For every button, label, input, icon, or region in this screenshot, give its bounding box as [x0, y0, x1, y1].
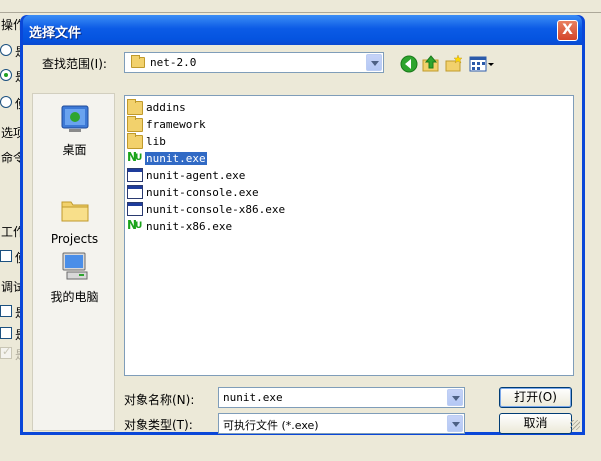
dialog-title: 选择文件 [29, 26, 82, 41]
file-name: lib [146, 134, 166, 148]
place-desktop-label: 桌面 [62, 143, 87, 157]
close-button[interactable]: X [557, 20, 578, 41]
filename-value: nunit.exe [223, 391, 283, 404]
up-folder-icon[interactable] [421, 54, 441, 74]
my-computer-icon [62, 252, 87, 280]
folder-icon [127, 116, 143, 132]
filename-input[interactable]: nunit.exe [218, 387, 465, 408]
bg-checkbox-4: ✓ [0, 345, 12, 359]
resize-grip[interactable] [570, 420, 580, 430]
list-item[interactable]: addins [127, 99, 187, 115]
list-item[interactable]: nunit-x86.exe [127, 218, 233, 234]
dialog-client: 查找范围(I): net-2.0 桌面 Projects 我的电脑 addins… [23, 45, 582, 434]
desktop-icon [61, 105, 88, 132]
list-item-selected[interactable]: nunit.exe [127, 150, 207, 166]
list-item[interactable]: lib [127, 133, 167, 149]
chevron-down-icon[interactable] [447, 389, 463, 406]
background-divider [0, 12, 601, 13]
exe-icon [127, 168, 143, 182]
list-item[interactable]: nunit-agent.exe [127, 167, 246, 183]
file-dialog: 选择文件 X 查找范围(I): net-2.0 桌面 Projects 我的电脑… [20, 15, 585, 435]
place-projects[interactable]: Projects [33, 194, 116, 246]
file-name: addins [146, 100, 186, 114]
lookin-label: 查找范围(I): [42, 57, 107, 71]
places-bar: 桌面 Projects 我的电脑 [32, 93, 115, 431]
filename-label: 对象名称(N): [124, 393, 195, 407]
folder-icon [131, 55, 145, 68]
file-name: nunit-console.exe [146, 185, 259, 199]
cancel-button[interactable]: 取消 [499, 413, 572, 434]
file-name: nunit.exe [145, 151, 207, 165]
lookin-value: net-2.0 [150, 56, 197, 69]
place-desktop[interactable]: 桌面 [33, 103, 116, 158]
place-my-computer-label: 我的电脑 [50, 290, 99, 304]
file-name: framework [146, 117, 206, 131]
folder-icon [61, 201, 88, 222]
close-icon: X [562, 22, 573, 38]
bg-radio-2[interactable] [0, 69, 12, 81]
filetype-select[interactable]: 可执行文件 (*.exe) [218, 413, 465, 434]
place-projects-label: Projects [50, 232, 99, 246]
open-button[interactable]: 打开(O) [499, 387, 572, 408]
exe-icon [127, 202, 143, 216]
nunit-icon [127, 150, 143, 165]
file-list[interactable]: addins framework lib nunit.exe nunit-age… [124, 95, 574, 376]
folder-icon [127, 99, 143, 115]
chevron-down-icon[interactable] [366, 54, 382, 71]
file-name: nunit-console-x86.exe [146, 202, 286, 216]
bg-radio-3[interactable] [0, 96, 12, 108]
filetype-value: 可执行文件 (*.exe) [223, 419, 319, 432]
list-item[interactable]: framework [127, 116, 207, 132]
list-item[interactable]: nunit-console-x86.exe [127, 201, 286, 217]
bg-checkbox-2[interactable] [0, 305, 12, 317]
chevron-down-icon[interactable] [447, 415, 463, 432]
list-item[interactable]: nunit-console.exe [127, 184, 260, 200]
back-icon[interactable] [399, 54, 419, 74]
place-my-computer[interactable]: 我的电脑 [33, 250, 116, 305]
bg-checkbox-3[interactable] [0, 327, 12, 339]
bg-checkbox-1[interactable] [0, 250, 12, 262]
view-menu-icon[interactable] [469, 54, 495, 74]
lookin-combo[interactable]: net-2.0 [124, 52, 384, 73]
file-name: nunit-agent.exe [146, 168, 246, 182]
file-name: nunit-x86.exe [146, 219, 233, 233]
exe-icon [127, 185, 143, 199]
new-folder-icon[interactable] [444, 54, 464, 74]
dialog-titlebar[interactable]: 选择文件 X [23, 15, 582, 45]
filetype-label: 对象类型(T): [124, 418, 193, 432]
nunit-icon [127, 218, 143, 233]
folder-icon [127, 133, 143, 149]
bg-radio-1[interactable] [0, 44, 12, 56]
